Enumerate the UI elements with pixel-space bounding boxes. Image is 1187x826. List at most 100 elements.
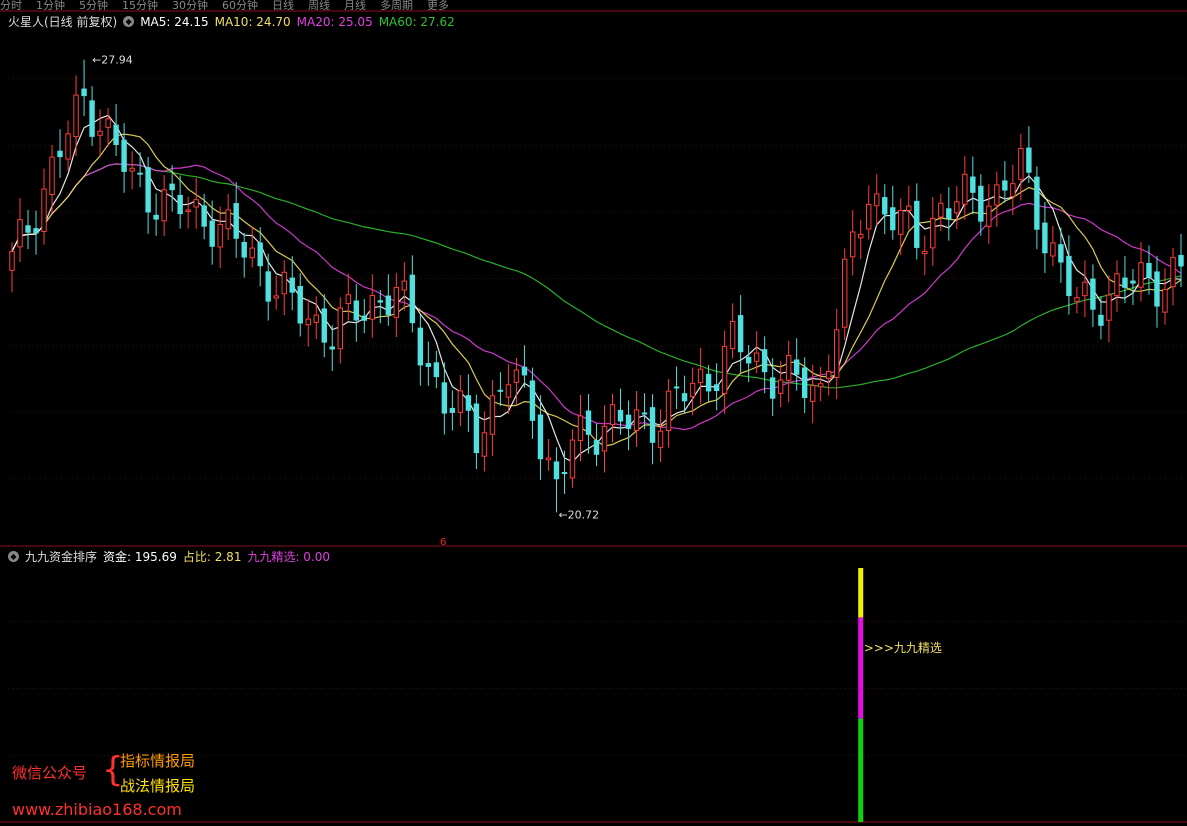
candle-body <box>1178 254 1184 267</box>
indicator-segment-2 <box>858 718 864 822</box>
candle-body <box>345 294 351 305</box>
candle-body <box>137 172 143 175</box>
candle-body <box>737 315 744 353</box>
candle-body <box>801 367 808 398</box>
candle-body <box>1026 147 1032 173</box>
candle-body <box>1138 262 1144 288</box>
candle-body <box>1162 289 1168 313</box>
candle-body <box>866 203 872 230</box>
candle-body <box>593 440 600 455</box>
candle-body <box>825 370 832 379</box>
candle-body <box>1154 271 1160 307</box>
candle-body <box>834 329 840 378</box>
indicator-segment-1 <box>858 617 864 719</box>
candle-body <box>745 356 752 364</box>
candle-body <box>1010 183 1016 197</box>
candle-body <box>65 133 71 160</box>
candle-body <box>777 379 784 394</box>
candle-body <box>874 193 880 207</box>
candle-body <box>521 366 528 376</box>
candle-body <box>545 457 552 461</box>
ma20-line <box>11 163 1182 431</box>
candle-body <box>257 242 263 267</box>
candle-body <box>817 383 824 388</box>
candle-body <box>217 223 223 248</box>
watermark-line1: 指标情报局 <box>120 752 196 770</box>
candle-body <box>938 202 944 218</box>
candle-body <box>369 294 376 320</box>
candle-body <box>1066 255 1072 297</box>
candle-body <box>673 386 680 389</box>
candle-body <box>513 369 520 383</box>
candle-body <box>473 403 480 454</box>
candle-body <box>561 472 568 475</box>
candle-body <box>489 395 496 435</box>
candle-body <box>681 393 688 402</box>
candle-body <box>769 377 776 399</box>
watermark-label: 微信公众号 <box>12 764 88 782</box>
candle-body <box>994 184 1000 206</box>
candle-body <box>385 295 392 316</box>
candle-body <box>209 220 215 247</box>
candle-body <box>409 274 416 324</box>
candle-body <box>906 205 912 211</box>
candle-body <box>986 205 992 227</box>
candle-body <box>289 277 295 293</box>
candle-body <box>697 368 704 384</box>
candle-body <box>497 389 504 392</box>
candle-body <box>753 352 760 362</box>
candle-body <box>1146 263 1152 278</box>
candle-body <box>609 404 616 426</box>
candle-body <box>978 185 984 222</box>
candle-body <box>441 382 448 414</box>
candle-body <box>481 432 488 457</box>
marker-label: 6 <box>440 537 446 548</box>
candle-body <box>890 207 896 231</box>
candle-body <box>321 308 327 343</box>
candle-body <box>449 407 456 413</box>
candle-body <box>665 390 672 432</box>
candle-body <box>465 395 472 411</box>
candle-body <box>233 203 239 239</box>
candle-body <box>1130 280 1136 284</box>
candle-body <box>705 373 712 392</box>
candle-body <box>81 88 87 97</box>
candle-body <box>433 362 440 378</box>
candle-body <box>970 176 976 193</box>
candle-body <box>145 167 151 213</box>
candle-body <box>1106 294 1112 321</box>
candle-body <box>1122 277 1128 288</box>
candle-body <box>129 167 135 172</box>
candle-body <box>553 461 560 480</box>
candle-body <box>922 250 928 255</box>
candle-body <box>585 410 592 435</box>
watermark-url: www.zhibiao168.com <box>12 800 182 819</box>
candle-body <box>569 439 576 479</box>
candle-body <box>457 390 464 413</box>
ma60-line <box>11 163 1182 389</box>
candle-body <box>193 199 199 208</box>
candle-body <box>33 228 39 234</box>
stock-chart[interactable]: ←27.94 ←20.72 6 >>>九九精选 <box>0 0 1187 826</box>
candle-body <box>73 94 79 138</box>
candle-body <box>425 363 432 367</box>
candle-body <box>930 217 936 249</box>
candle-body <box>914 200 920 248</box>
candle-body <box>1002 180 1008 191</box>
candle-body <box>657 430 664 448</box>
candle-body <box>713 384 720 392</box>
candle-body <box>25 225 31 233</box>
candle-body <box>9 251 15 271</box>
candle-body <box>57 150 63 158</box>
candle-body <box>729 320 736 350</box>
candle-body <box>153 214 159 220</box>
candle-body <box>401 280 408 291</box>
candle-body <box>41 188 47 232</box>
candle-body <box>505 384 512 398</box>
candle-body <box>809 385 816 402</box>
candle-body <box>689 382 696 398</box>
candle-body <box>329 346 335 350</box>
candle-body <box>353 300 359 321</box>
candle-body <box>185 209 191 213</box>
candle-body <box>537 414 544 460</box>
